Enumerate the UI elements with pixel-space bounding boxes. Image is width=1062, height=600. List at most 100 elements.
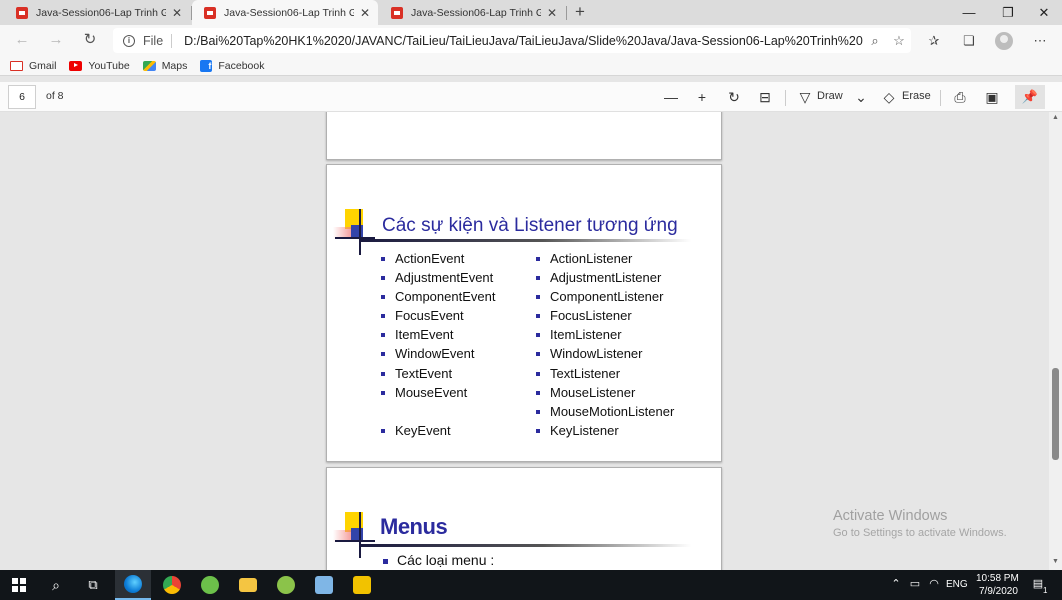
favorite-star-icon[interactable]: ☆: [887, 33, 911, 49]
taskbar-app-yellow[interactable]: [344, 570, 380, 600]
listener-item: WindowListener: [536, 344, 674, 363]
windows-taskbar: ⌕ ⧉ ⌃ ▭ ◠ ENG 10:58 PM 7/9/2020 ▤ 1: [0, 570, 1062, 600]
activation-watermark: Activate Windows Go to Settings to activ…: [833, 508, 1007, 539]
listener-item: MouseListener: [536, 383, 674, 402]
listener-item: FocusListener: [536, 306, 674, 325]
print-icon[interactable]: ⎙: [949, 88, 971, 106]
taskbar-file-explorer[interactable]: [230, 570, 266, 600]
event-item: ActionEvent: [381, 249, 495, 268]
info-icon[interactable]: i: [123, 34, 135, 47]
zoom-icon[interactable]: ⌕: [863, 33, 887, 49]
bookmark-youtube[interactable]: YouTube: [69, 60, 130, 72]
fit-page-icon[interactable]: ⊟: [754, 88, 776, 106]
listener-item: ItemListener: [536, 325, 674, 344]
close-icon[interactable]: ✕: [170, 6, 184, 20]
eraser-icon[interactable]: ◇: [878, 88, 900, 106]
scroll-down-icon[interactable]: ▼: [1051, 558, 1060, 565]
title-underline: [361, 544, 691, 547]
favorites-icon[interactable]: ✰: [923, 31, 945, 51]
event-item: MouseEvent: [381, 383, 495, 402]
taskbar-app-lime[interactable]: [268, 570, 304, 600]
zoom-out-icon[interactable]: —: [660, 88, 682, 106]
page-number-input[interactable]: 6: [8, 85, 36, 109]
address-divider: [171, 33, 173, 48]
page-total: of 8: [46, 90, 64, 102]
clock-date[interactable]: 7/9/2020: [979, 586, 1018, 597]
list-gap: [381, 402, 495, 421]
listener-item: KeyListener: [536, 421, 674, 440]
app-icon: [277, 576, 295, 594]
save-icon[interactable]: ▣: [981, 88, 1003, 106]
slide-title: Các sự kiện và Listener tương ứng: [382, 215, 678, 236]
more-menu-icon[interactable]: ⋯: [1029, 31, 1051, 51]
task-view-icon[interactable]: ⧉: [75, 570, 111, 600]
taskbar-edge[interactable]: [115, 570, 151, 600]
cube-icon: [315, 576, 333, 594]
forward-icon[interactable]: →: [44, 29, 68, 51]
zoom-in-icon[interactable]: +: [691, 88, 713, 106]
close-window-button[interactable]: ✕: [1021, 0, 1062, 25]
back-icon[interactable]: ←: [10, 29, 34, 51]
close-icon[interactable]: ✕: [358, 6, 372, 20]
tab-title: Java-Session06-Lap Trinh Giao D: [36, 6, 166, 19]
scrollbar-thumb[interactable]: [1052, 368, 1059, 460]
pdf-page-previous: [326, 112, 722, 160]
wifi-icon[interactable]: ◠: [926, 577, 942, 590]
language-indicator[interactable]: ENG: [946, 579, 968, 590]
event-item: ItemEvent: [381, 325, 495, 344]
pdf-icon: [204, 6, 216, 19]
browser-tab[interactable]: Java-Session06-Lap Trinh Giao D ✕: [379, 0, 565, 25]
pdf-viewer: Các sự kiện và Listener tương ứng Action…: [0, 112, 1062, 570]
browser-tab[interactable]: Java-Session06-Lap Trinh Giao D ✕: [4, 0, 190, 25]
gmail-icon: [10, 60, 23, 71]
scroll-up-icon[interactable]: ▲: [1051, 114, 1060, 121]
collections-icon[interactable]: ❏: [958, 31, 980, 51]
tab-strip: Java-Session06-Lap Trinh Giao D ✕ Java-S…: [0, 0, 1062, 25]
taskbar-app-cube[interactable]: [306, 570, 342, 600]
pin-toolbar-icon[interactable]: 📌: [1015, 85, 1045, 109]
toolbar-divider: [785, 90, 786, 106]
start-button[interactable]: [1, 570, 37, 600]
browser-tab-active[interactable]: Java-Session06-Lap Trinh Giao D ✕: [192, 0, 378, 25]
new-tab-button[interactable]: +: [570, 2, 590, 22]
battery-icon[interactable]: ▭: [907, 577, 923, 590]
menu-bullet-item: Các loại menu :: [383, 552, 494, 568]
bookmarks-bar: Gmail YouTube Maps f Facebook: [0, 56, 1062, 76]
vertical-scrollbar[interactable]: ▲ ▼: [1049, 112, 1062, 570]
notification-count: 1: [1043, 586, 1048, 595]
draw-button[interactable]: Draw: [817, 90, 843, 102]
taskbar-app-green[interactable]: [192, 570, 228, 600]
erase-button[interactable]: Erase: [902, 90, 931, 102]
chevron-up-icon[interactable]: ⌃: [888, 577, 904, 590]
address-bar[interactable]: i File D:/Bai%20Tap%20HK1%2020/JAVANC/Ta…: [113, 28, 911, 53]
youtube-icon: [69, 60, 83, 71]
listener-item: ActionListener: [536, 249, 674, 268]
search-icon[interactable]: ⌕: [38, 570, 74, 600]
title-underline: [361, 239, 691, 242]
listener-item: AdjustmentListener: [536, 268, 674, 287]
profile-avatar[interactable]: [995, 32, 1013, 50]
draw-icon[interactable]: ▽: [794, 88, 816, 106]
bookmark-label: Maps: [161, 59, 188, 72]
rotate-icon[interactable]: ↻: [723, 88, 745, 106]
chevron-down-icon[interactable]: ⌄: [850, 88, 872, 106]
toolbar-divider: [940, 90, 941, 106]
close-icon[interactable]: ✕: [545, 6, 559, 20]
watermark-subtitle: Go to Settings to activate Windows.: [833, 527, 1007, 539]
browser-toolbar: ← → ↻ i File D:/Bai%20Tap%20HK1%2020/JAV…: [0, 25, 1062, 56]
refresh-icon[interactable]: ↻: [78, 29, 102, 51]
event-item: TextEvent: [381, 364, 495, 383]
bookmark-gmail[interactable]: Gmail: [10, 60, 56, 72]
bookmark-facebook[interactable]: f Facebook: [200, 59, 265, 72]
taskbar-chrome[interactable]: [154, 570, 190, 600]
pdf-page-menus: Menus Các loại menu :: [326, 467, 722, 570]
clock-time[interactable]: 10:58 PM: [976, 573, 1019, 584]
bookmark-maps[interactable]: Maps: [142, 59, 188, 72]
slide-decoration: [333, 209, 377, 255]
app-icon: [201, 576, 219, 594]
listener-item: TextListener: [536, 364, 674, 383]
events-column: ActionEvent AdjustmentEvent ComponentEve…: [381, 249, 495, 440]
windows-logo-icon: [12, 578, 26, 592]
maps-icon: [142, 60, 156, 71]
address-url[interactable]: D:/Bai%20Tap%20HK1%2020/JAVANC/TaiLieu/T…: [184, 34, 863, 48]
